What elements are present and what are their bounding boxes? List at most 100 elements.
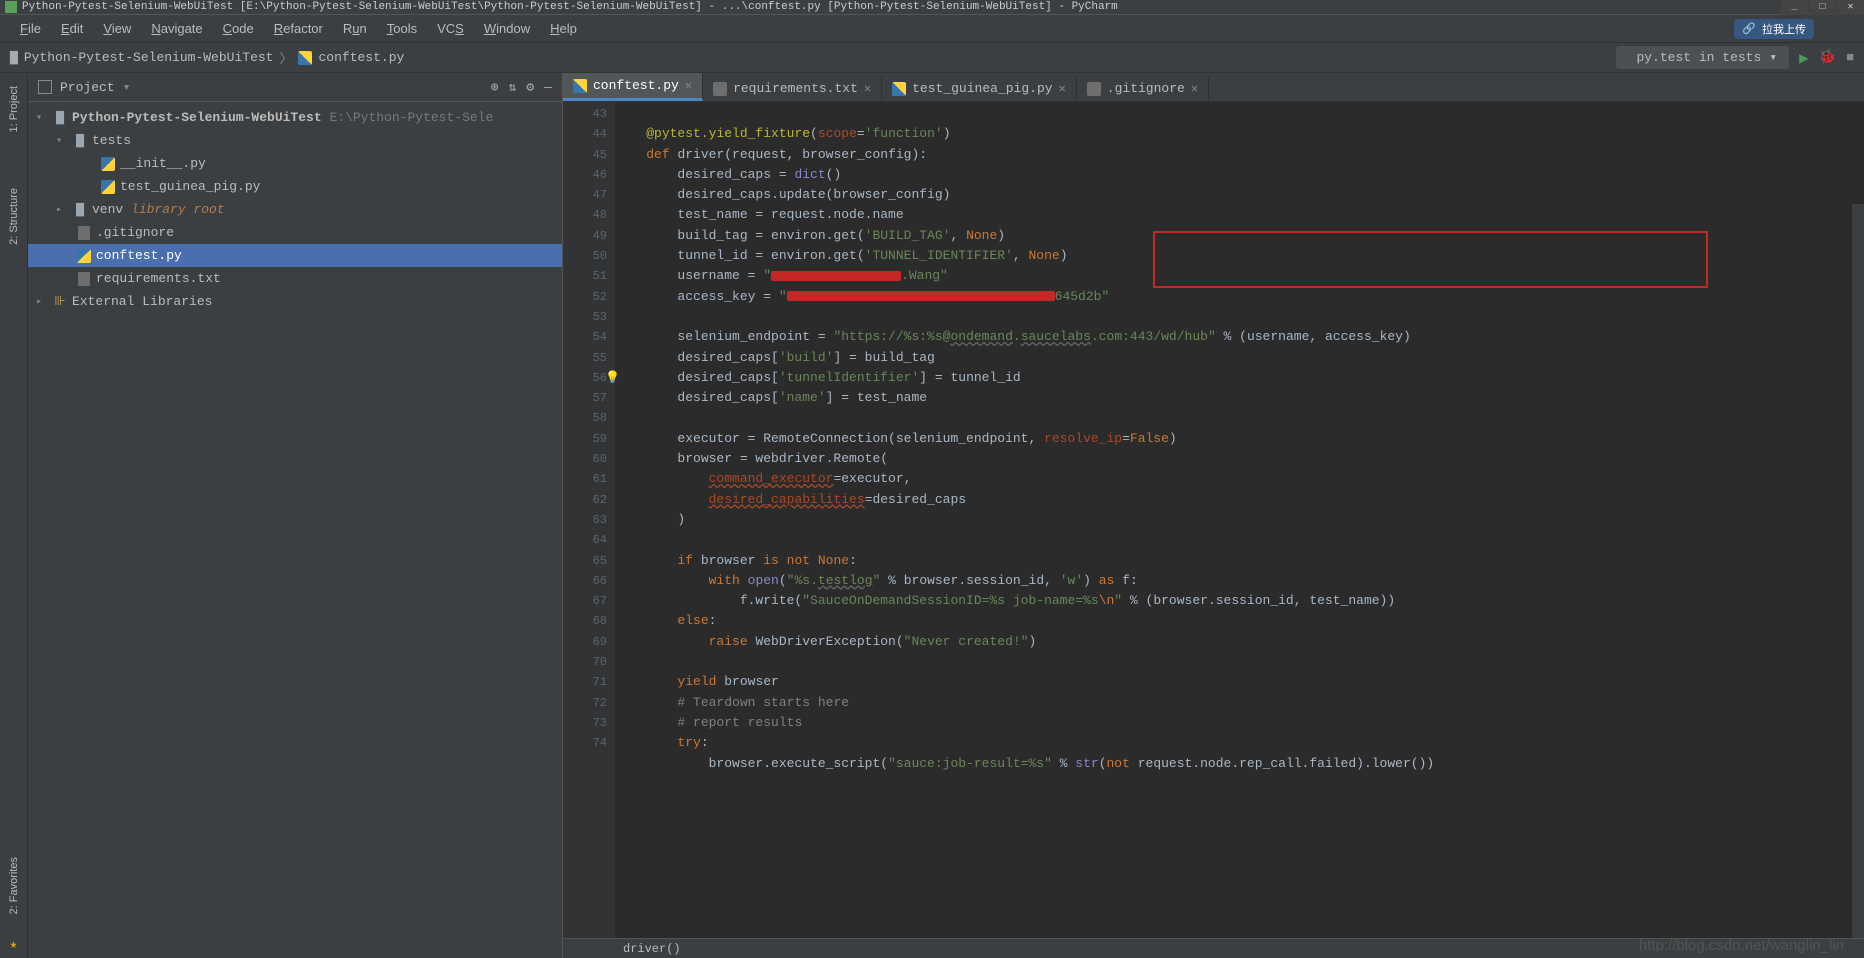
chevron-down-icon[interactable]: ▾ [123,80,131,95]
folder-icon: ▇ [72,133,88,148]
folder-icon: ▇ [72,202,88,217]
tab-gitignore-label: .gitignore [1107,81,1185,96]
star-icon: ★ [10,937,18,958]
chevron-down-icon[interactable]: ▾ [36,112,48,124]
maximize-button[interactable]: □ [1809,0,1836,15]
close-icon[interactable]: ✕ [1059,81,1066,96]
tree-conftest-file[interactable]: conftest.py [28,244,562,267]
code-with-me-label: 拉我上传 [1762,21,1806,37]
tree-venv-note: library root [131,202,225,217]
file-icon [713,82,727,96]
menu-window[interactable]: Window [474,21,540,36]
file-icon [1087,82,1101,96]
code-area[interactable]: 4344454647484950515253545556💡57585960616… [563,102,1864,938]
file-icon [78,226,90,240]
tree-external-libraries[interactable]: ▸ ⊪ External Libraries [28,290,562,313]
gutter-project-tab[interactable]: 1: Project [8,78,20,140]
menu-refactor[interactable]: Refactor [264,21,333,36]
chevron-down-icon[interactable]: ▾ [56,135,68,147]
editor-scrollbar[interactable] [1852,204,1864,938]
tab-guinea[interactable]: test_guinea_pig.py ✕ [882,76,1077,101]
gutter-structure-tab[interactable]: 2: Structure [8,180,20,253]
breadcrumb-root[interactable]: Python-Pytest-Selenium-WebUiTest [24,50,274,65]
project-tree: ▾ ▇ Python-Pytest-Selenium-WebUiTest E:\… [28,102,562,317]
project-header-label: Project [60,80,115,95]
close-icon[interactable]: ✕ [864,81,871,96]
gear-icon[interactable]: ⚙ [526,80,534,95]
tree-venv-folder[interactable]: ▸ ▇ venv library root [28,198,562,221]
more-actions-icon[interactable]: ■ [1846,50,1854,65]
code-with-me-badge[interactable]: 🔗 拉我上传 [1734,19,1814,39]
project-panel-header: Project ▾ ⊕ ⇅ ⚙ — [28,73,562,102]
code-content[interactable]: @pytest.yield_fixture(scope='function') … [615,102,1864,938]
tab-requirements-label: requirements.txt [733,81,858,96]
chevron-right-icon[interactable]: ▸ [36,296,48,308]
scroll-from-source-icon[interactable]: ⊕ [491,80,499,95]
menu-edit[interactable]: Edit [51,21,93,36]
menu-file[interactable]: File [10,21,51,36]
tree-requirements-file[interactable]: requirements.txt [28,267,562,290]
close-icon[interactable]: ✕ [685,78,692,93]
close-icon[interactable]: ✕ [1191,81,1198,96]
breadcrumb-path: ▇ Python-Pytest-Selenium-WebUiTest 〉 con… [10,48,404,67]
tree-root[interactable]: ▾ ▇ Python-Pytest-Selenium-WebUiTest E:\… [28,106,562,129]
menu-code[interactable]: Code [213,21,264,36]
menubar: File Edit View Navigate Code Refactor Ru… [0,15,1864,43]
menu-vcs[interactable]: VCS [427,21,474,36]
python-icon [573,79,587,93]
tree-guinea-label: test_guinea_pig.py [120,179,260,194]
redacted-key [787,291,1055,301]
menu-navigate[interactable]: Navigate [141,21,212,36]
link-icon: 🔗 [1742,22,1756,36]
tree-guinea-file[interactable]: test_guinea_pig.py [28,175,562,198]
tree-venv-label: venv [92,202,123,217]
tree-init-file[interactable]: __init__.py [28,152,562,175]
menu-tools[interactable]: Tools [377,21,427,36]
library-icon: ⊪ [52,294,68,309]
tab-requirements[interactable]: requirements.txt ✕ [703,76,882,101]
menu-help[interactable]: Help [540,21,587,36]
breadcrumb-bar: ▇ Python-Pytest-Selenium-WebUiTest 〉 con… [0,43,1864,73]
chevron-down-icon: ▾ [1769,50,1777,65]
app-icon [5,1,17,13]
intention-bulb-icon[interactable]: 💡 [605,368,620,388]
run-button[interactable]: ▶ [1799,48,1809,68]
tree-reqs-label: requirements.txt [96,271,221,286]
debug-button[interactable]: 🐞 [1819,49,1836,66]
python-icon [892,82,906,96]
tree-gitignore-file[interactable]: .gitignore [28,221,562,244]
project-tools: ⊕ ⇅ ⚙ — [491,80,552,95]
tree-root-path: E:\Python-Pytest-Sele [329,110,493,125]
left-tool-gutter: 1: Project 2: Structure 2: Favorites ★ [0,73,28,958]
breadcrumb-file[interactable]: conftest.py [318,50,404,65]
tab-conftest-label: conftest.py [593,78,679,93]
tab-conftest[interactable]: conftest.py ✕ [563,73,703,101]
watermark: http://blog.csdn.net/wanglin_lin [1639,937,1844,954]
tree-extlib-label: External Libraries [72,294,212,309]
title-text: Python-Pytest-Selenium-WebUiTest [E:\Pyt… [22,1,1118,13]
run-config-select[interactable]: py.test in tests ▾ [1616,46,1789,69]
tab-gitignore[interactable]: .gitignore ✕ [1077,76,1209,101]
close-button[interactable]: ✕ [1837,0,1864,15]
breadcrumb-function[interactable]: driver() [623,942,681,956]
chevron-right-icon[interactable]: ▸ [56,204,68,216]
expand-all-icon[interactable]: ⇅ [509,80,517,95]
hide-panel-icon[interactable]: — [544,80,552,95]
python-icon [101,157,115,171]
gutter-favorites-tab[interactable]: 2: Favorites [8,849,20,922]
minimize-button[interactable]: _ [1781,0,1808,15]
tree-conftest-label: conftest.py [96,248,182,263]
tree-init-label: __init__.py [120,156,206,171]
editor-tabs: conftest.py ✕ requirements.txt ✕ test_gu… [563,73,1864,102]
tree-tests-folder[interactable]: ▾ ▇ tests [28,129,562,152]
main-area: 1: Project 2: Structure 2: Favorites ★ P… [0,73,1864,958]
menu-run[interactable]: Run [333,21,377,36]
project-panel: Project ▾ ⊕ ⇅ ⚙ — ▾ ▇ Python-Pytest-Sele… [28,73,563,958]
titlebar: Python-Pytest-Selenium-WebUiTest [E:\Pyt… [0,0,1864,15]
project-view-icon[interactable] [38,80,52,94]
redacted-username [771,271,901,281]
python-icon [298,51,312,65]
menu-view[interactable]: View [93,21,141,36]
file-icon [78,272,90,286]
folder-icon: ▇ [10,50,18,65]
